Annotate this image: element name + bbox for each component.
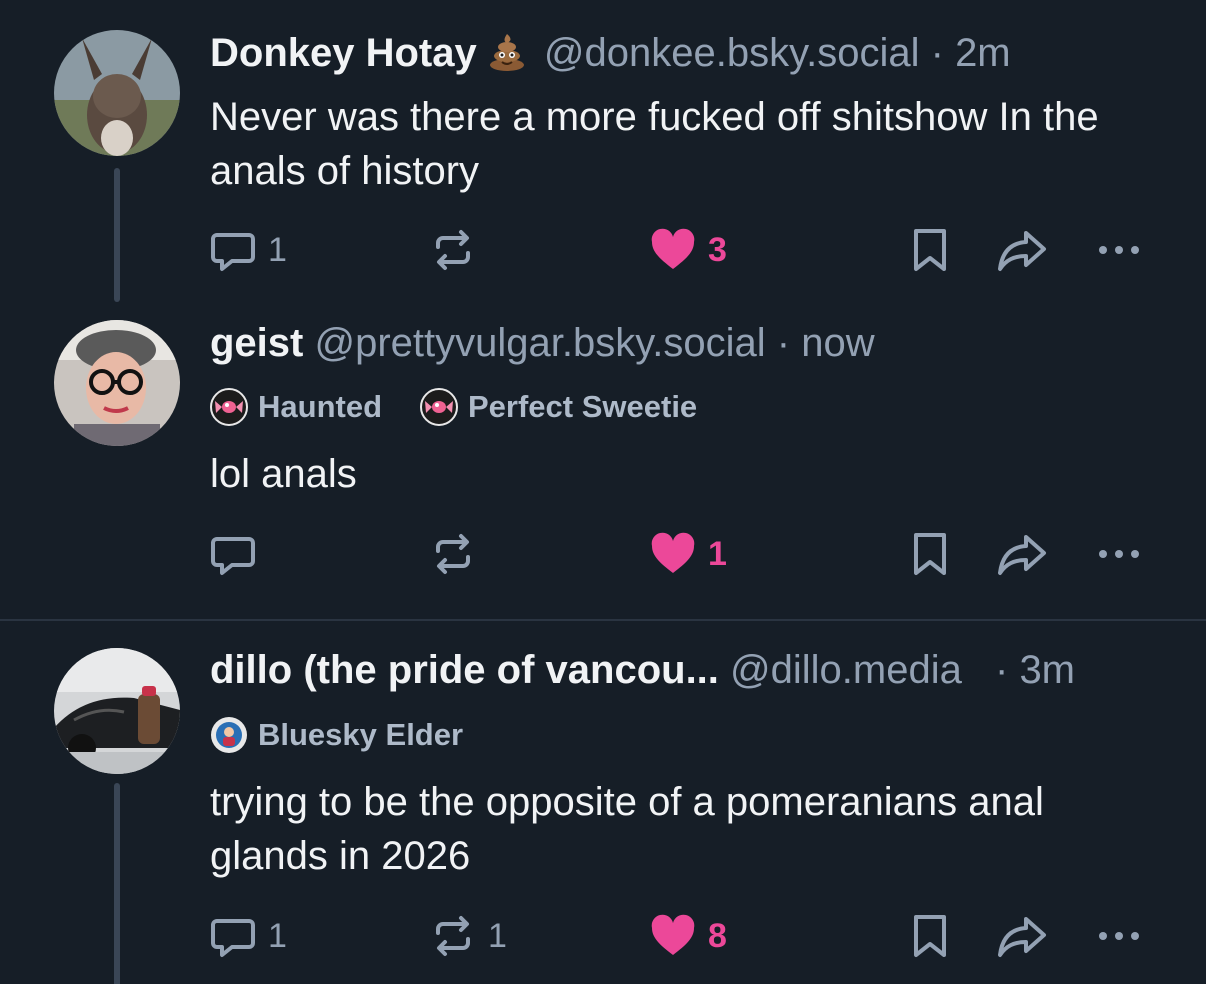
like-count: 1 [708, 534, 727, 573]
share-icon [998, 535, 1046, 575]
avatar[interactable] [54, 648, 180, 774]
reply-button[interactable]: 1 [208, 222, 287, 278]
action-bar: 1 1 8 [208, 908, 1168, 964]
post-text: trying to be the opposite of a pomerania… [210, 780, 1044, 878]
timestamp[interactable]: 2m [955, 31, 1011, 75]
badge-bluesky-elder[interactable]: Bluesky Elder [210, 716, 463, 754]
more-icon [1099, 932, 1139, 940]
post-header: Donkey Hotay @donkee.bsky.social · 2m [210, 29, 1011, 83]
heart-filled-icon [651, 228, 695, 269]
handle[interactable]: @donkee.bsky.social [544, 31, 920, 75]
handle[interactable]: @dillo.media [730, 648, 962, 692]
share-button[interactable] [996, 526, 1048, 582]
repost-count: 1 [488, 916, 507, 955]
like-button[interactable]: 3 [648, 222, 727, 278]
badge-label: Perfect Sweetie [468, 389, 698, 424]
candy-badge-icon [210, 388, 248, 426]
more-button[interactable] [1094, 222, 1144, 278]
more-button[interactable] [1094, 526, 1144, 582]
bookmark-icon [914, 915, 946, 957]
more-button[interactable] [1094, 908, 1144, 964]
bookmark-button[interactable] [908, 908, 952, 964]
reply-icon [211, 919, 255, 957]
like-button[interactable]: 1 [648, 526, 727, 582]
thread-line [114, 783, 120, 984]
timestamp[interactable]: now [801, 321, 874, 365]
poop-emoji-icon [487, 32, 527, 83]
more-icon [1099, 550, 1139, 558]
post-text: Never was there a more fucked off shitsh… [210, 95, 1099, 193]
elder-badge-icon [211, 717, 247, 753]
separator: · [776, 321, 791, 365]
badge-label: Bluesky Elder [258, 717, 464, 752]
badge-list: Bluesky Elder [210, 716, 463, 754]
candy-badge-icon [420, 388, 458, 426]
avatar[interactable] [54, 30, 180, 156]
heart-filled-icon [651, 532, 695, 573]
post-donkee[interactable]: Donkey Hotay @donkee.bsky.social · 2m Ne… [0, 0, 1206, 302]
post-header: dillo (the pride of vancou... @dillo.med… [210, 646, 1075, 694]
display-name[interactable]: Donkey Hotay [210, 31, 477, 75]
bookmark-icon [914, 229, 946, 271]
reply-button[interactable] [208, 526, 268, 582]
handle[interactable]: @prettyvulgar.bsky.social [314, 321, 765, 365]
repost-icon [436, 916, 470, 956]
heart-filled-icon [651, 914, 695, 955]
reply-count: 1 [268, 230, 287, 269]
timestamp[interactable]: 3m [1019, 648, 1075, 692]
action-bar: 1 [208, 526, 1168, 582]
reply-button[interactable]: 1 [208, 908, 287, 964]
reply-icon [211, 233, 255, 271]
avatar[interactable] [54, 320, 180, 446]
post-header: geist @prettyvulgar.bsky.social · now [210, 319, 875, 367]
display-name[interactable]: geist [210, 321, 303, 365]
repost-button[interactable] [428, 222, 488, 278]
share-icon [998, 917, 1046, 957]
post-geist[interactable]: geist @prettyvulgar.bsky.social · now Ha… [0, 300, 1206, 620]
badge-list: Haunted Perfect Sweetie [210, 388, 697, 426]
action-bar: 1 3 [208, 222, 1168, 278]
post-text: lol anals [210, 452, 357, 496]
like-count: 3 [708, 230, 727, 269]
repost-button[interactable] [428, 526, 488, 582]
more-icon [1099, 246, 1139, 254]
bookmark-button[interactable] [908, 526, 952, 582]
repost-button[interactable]: 1 [428, 908, 507, 964]
separator: · [994, 648, 1009, 692]
badge-label: Haunted [258, 389, 382, 424]
bookmark-icon [914, 533, 946, 575]
reply-icon [211, 537, 255, 575]
share-button[interactable] [996, 222, 1048, 278]
thread-line [114, 168, 120, 302]
post-dillo[interactable]: dillo (the pride of vancou... @dillo.med… [0, 621, 1206, 984]
repost-icon [436, 534, 470, 574]
reply-count: 1 [268, 916, 287, 955]
bookmark-button[interactable] [908, 222, 952, 278]
badge-haunted[interactable]: Haunted [210, 388, 382, 426]
feed: Donkey Hotay @donkee.bsky.social · 2m Ne… [0, 0, 1206, 984]
like-button[interactable]: 8 [648, 908, 727, 964]
share-icon [998, 231, 1046, 271]
like-count: 8 [708, 916, 727, 955]
badge-perfect-sweetie[interactable]: Perfect Sweetie [420, 388, 697, 426]
separator: · [930, 31, 944, 75]
display-name[interactable]: dillo (the pride of vancou... [210, 648, 719, 692]
share-button[interactable] [996, 908, 1048, 964]
repost-icon [436, 230, 470, 270]
